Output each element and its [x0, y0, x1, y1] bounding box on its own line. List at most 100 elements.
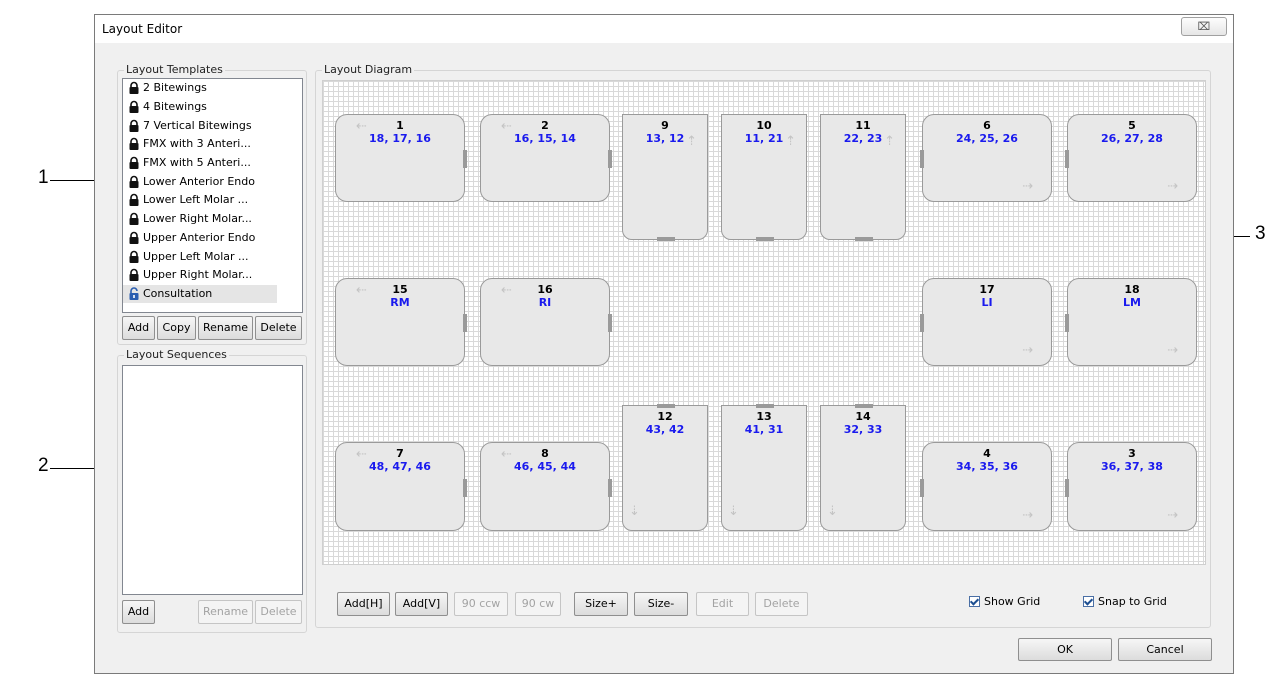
tile-connector	[1065, 314, 1069, 332]
add-horizontal-button[interactable]: Add[H]	[337, 592, 390, 616]
show-grid-label: Show Grid	[984, 595, 1041, 608]
diagram-group-label: Layout Diagram	[322, 63, 415, 76]
lock-icon	[127, 175, 141, 189]
layout-tile[interactable]: 5 26, 27, 28 ⇢	[1065, 114, 1197, 202]
callout-3: 3	[1255, 223, 1266, 244]
lock-icon	[127, 212, 141, 226]
template-rename-button[interactable]: Rename	[198, 316, 253, 340]
sequence-add-button[interactable]: Add	[122, 600, 155, 624]
layout-tile[interactable]: 2 16, 15, 14 ⇠	[480, 114, 612, 202]
template-item-label: 2 Bitewings	[143, 81, 207, 95]
lock-icon	[127, 119, 141, 133]
rotate-cw-button[interactable]: 90 cw	[515, 592, 561, 616]
close-button[interactable]: ⌧	[1181, 17, 1227, 36]
template-item[interactable]: 2 Bitewings	[123, 79, 302, 98]
layout-tile[interactable]: 17 LI ⇢	[920, 278, 1052, 366]
template-item-label: 4 Bitewings	[143, 100, 207, 114]
delete-tile-button[interactable]: Delete	[755, 592, 808, 616]
tile-connector	[920, 150, 924, 168]
layout-tile[interactable]: 3 36, 37, 38 ⇢	[1065, 442, 1197, 531]
tile-teeth: 41, 31	[744, 423, 784, 436]
template-item[interactable]: Upper Right Molar...	[123, 266, 302, 285]
tile-teeth: LM	[1123, 296, 1141, 309]
rotate-ccw-button[interactable]: 90 ccw	[454, 592, 508, 616]
layout-tile[interactable]: 9 13, 12 ⇡	[622, 114, 708, 241]
template-item[interactable]: Consultation	[123, 284, 277, 304]
tile-number: 14	[855, 410, 871, 423]
layout-tile[interactable]: 18 LM ⇢	[1065, 278, 1197, 366]
layout-tile[interactable]: 8 46, 45, 44 ⇠	[480, 442, 612, 531]
template-delete-button[interactable]: Delete	[255, 316, 302, 340]
layout-tile[interactable]: 13 41, 31 ⇣	[721, 404, 807, 531]
template-item-label: 7 Vertical Bitewings	[143, 118, 252, 132]
diagram-canvas[interactable]: 1 18, 17, 16 ⇠ 2 16, 15, 14 ⇠ 9 13, 12 ⇡ 10 11, 21…	[322, 80, 1206, 565]
cancel-button[interactable]: Cancel	[1118, 638, 1212, 661]
template-item[interactable]: 7 Vertical Bitewings	[123, 116, 302, 135]
template-item-label: Lower Right Molar...	[143, 212, 252, 226]
layout-tile[interactable]: 6 24, 25, 26 ⇢	[920, 114, 1052, 202]
arrow-down-icon: ⇣	[827, 504, 838, 519]
template-item-label: Upper Anterior Endo	[143, 230, 256, 244]
layout-tile[interactable]: 4 34, 35, 36 ⇢	[920, 442, 1052, 531]
template-item[interactable]: FMX with 3 Anteri...	[123, 135, 302, 154]
template-add-button[interactable]: Add	[122, 316, 155, 340]
layout-editor-window: Layout Editor ⌧ Layout Templates 2 Bitew…	[94, 14, 1234, 674]
template-item[interactable]: 4 Bitewings	[123, 98, 302, 117]
arrow-right-icon: ⇢	[1167, 179, 1178, 194]
tile-connector	[463, 478, 467, 497]
tile-connector	[1065, 478, 1069, 497]
layout-tile[interactable]: 15 RM ⇠	[335, 278, 467, 366]
arrow-up-icon: ⇡	[884, 134, 895, 149]
tile-teeth: LI	[981, 296, 993, 309]
template-item[interactable]: FMX with 5 Anteri...	[123, 154, 302, 173]
sequences-group-label: Layout Sequences	[124, 348, 229, 361]
tile-teeth: 32, 33	[843, 423, 883, 436]
template-item-label: Lower Anterior Endo	[143, 174, 255, 188]
tile-number: 9	[661, 119, 669, 132]
tile-number: 17	[979, 283, 995, 296]
template-item-label: FMX with 5 Anteri...	[143, 156, 251, 170]
add-vertical-button[interactable]: Add[V]	[395, 592, 448, 616]
tile-number: 10	[756, 119, 772, 132]
tile-number: 11	[855, 119, 871, 132]
layout-tile[interactable]: 14 32, 33 ⇣	[820, 404, 906, 531]
sequence-rename-button[interactable]: Rename	[198, 600, 253, 624]
tile-connector	[920, 314, 924, 332]
sequence-delete-button[interactable]: Delete	[255, 600, 302, 624]
layout-tile[interactable]: 7 48, 47, 46 ⇠	[335, 442, 467, 531]
layout-tile[interactable]: 16 RI ⇠	[480, 278, 612, 366]
title-bar: Layout Editor ⌧	[95, 15, 1233, 43]
tile-teeth: 34, 35, 36	[956, 460, 1018, 473]
template-item[interactable]: Upper Anterior Endo	[123, 229, 302, 248]
unlock-icon	[127, 287, 141, 301]
layout-tile[interactable]: 1 18, 17, 16 ⇠	[335, 114, 467, 202]
edit-button[interactable]: Edit	[696, 592, 749, 616]
size-minus-button[interactable]: Size-	[634, 592, 688, 616]
sequences-list[interactable]	[122, 365, 303, 595]
arrow-left-icon: ⇠	[501, 283, 512, 298]
arrow-right-icon: ⇢	[1022, 343, 1033, 358]
show-grid-checkbox[interactable]: Show Grid	[969, 595, 1040, 608]
window-title: Layout Editor	[102, 22, 183, 36]
arrow-left-icon: ⇠	[356, 447, 367, 462]
tile-connector	[756, 237, 774, 241]
template-item[interactable]: Lower Anterior Endo	[123, 172, 302, 191]
template-item[interactable]: Upper Left Molar ...	[123, 247, 302, 266]
tile-number: 13	[756, 410, 772, 423]
layout-tile[interactable]: 12 43, 42 ⇣	[622, 404, 708, 531]
layout-tile[interactable]: 10 11, 21 ⇡	[721, 114, 807, 241]
size-plus-button[interactable]: Size+	[574, 592, 628, 616]
tile-connector	[608, 478, 612, 497]
callout-2: 2	[38, 455, 49, 476]
layout-tile[interactable]: 11 22, 23 ⇡	[820, 114, 906, 241]
template-copy-button[interactable]: Copy	[157, 316, 196, 340]
template-item[interactable]: Lower Left Molar ...	[123, 191, 302, 210]
template-item-label: FMX with 3 Anteri...	[143, 137, 251, 151]
lock-icon	[127, 100, 141, 114]
ok-button[interactable]: OK	[1018, 638, 1112, 661]
snap-grid-checkbox[interactable]: Snap to Grid	[1083, 595, 1167, 608]
template-item[interactable]: Lower Right Molar...	[123, 210, 302, 229]
lock-icon	[127, 81, 141, 95]
templates-list[interactable]: 2 Bitewings 4 Bitewings 7 Vertical Bitewin…	[122, 78, 303, 313]
snap-grid-label: Snap to Grid	[1098, 595, 1167, 608]
